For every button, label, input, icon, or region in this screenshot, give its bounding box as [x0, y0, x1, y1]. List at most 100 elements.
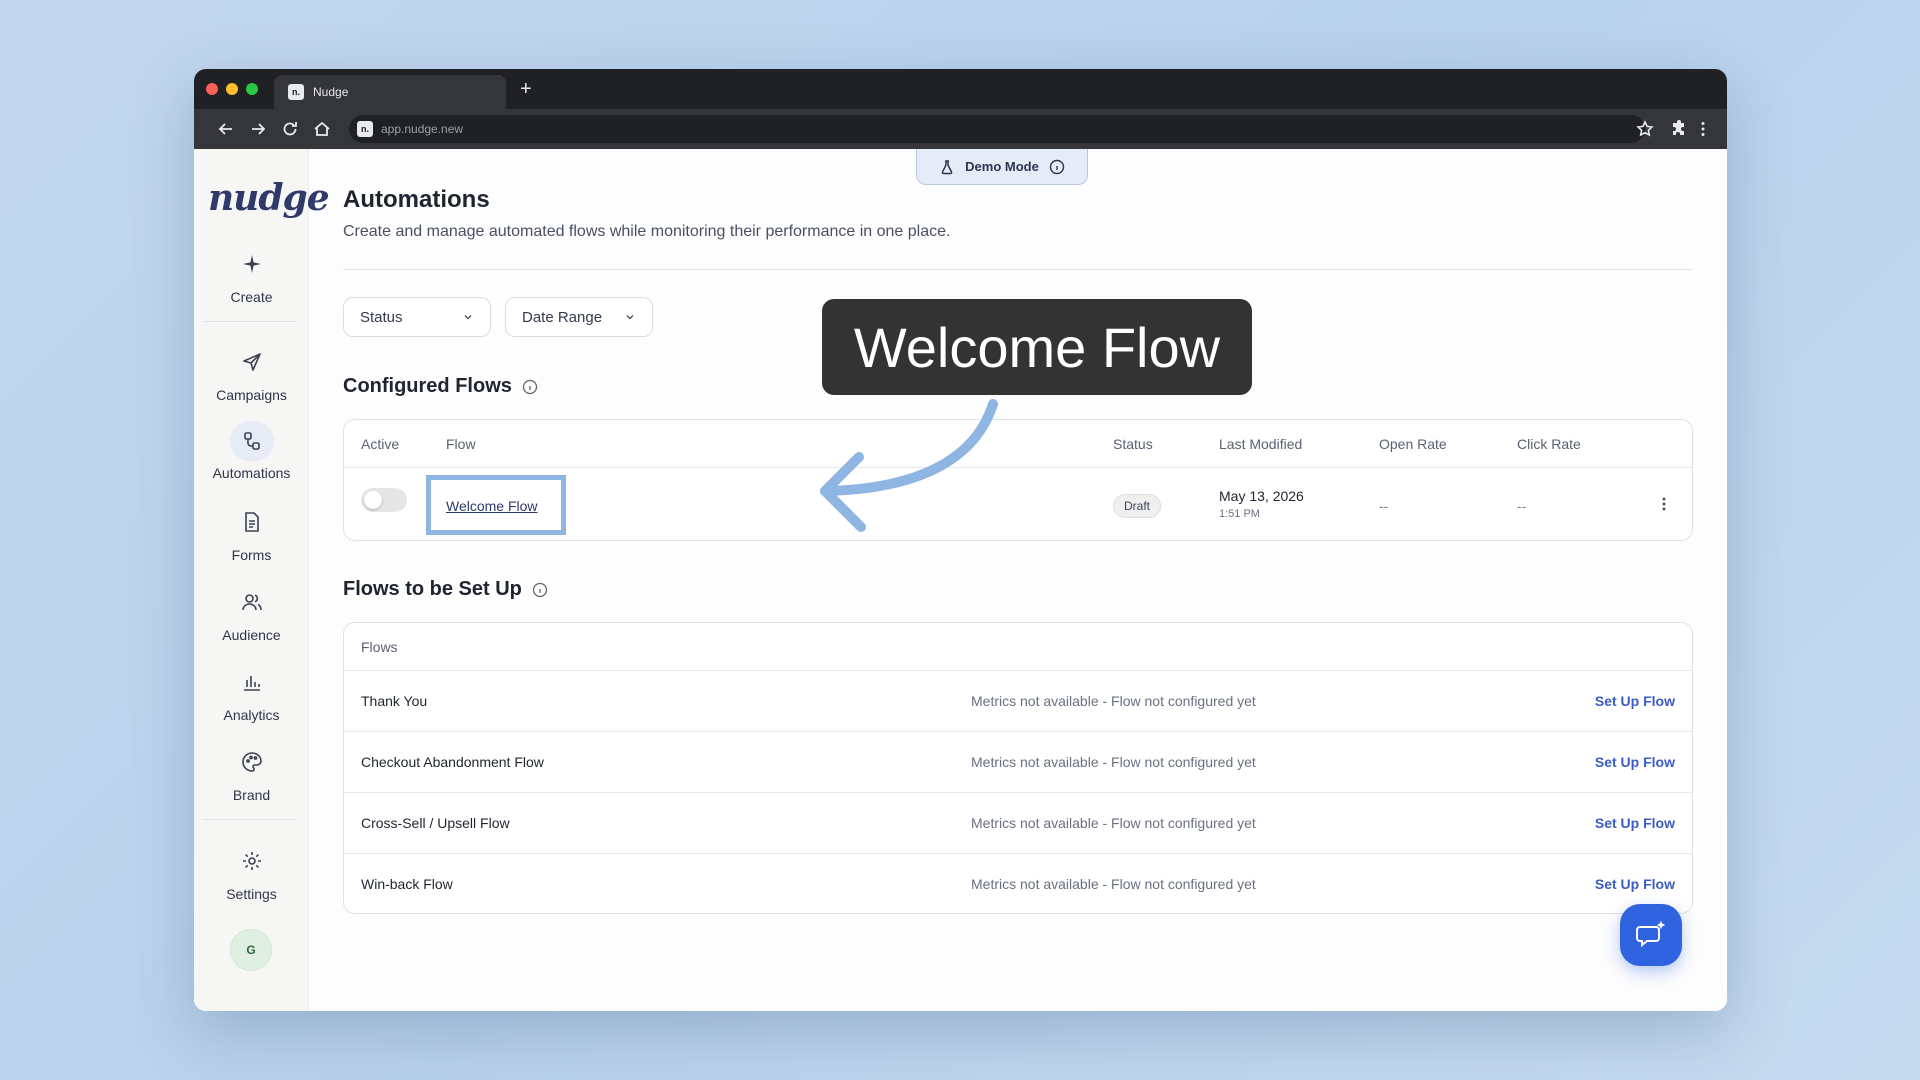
- last-modified-time: 1:51 PM: [1219, 508, 1260, 520]
- browser-window: n. Nudge + n. app.nudge.new nudge Create: [194, 69, 1727, 1011]
- more-options-icon[interactable]: [1654, 494, 1674, 514]
- chat-support-button[interactable]: [1620, 904, 1682, 966]
- sidebar-item-brand[interactable]: Brand: [194, 747, 309, 803]
- configured-flows-heading: Configured Flows: [343, 375, 538, 398]
- column-header-flow: Flow: [446, 436, 476, 452]
- gear-icon: [242, 852, 261, 870]
- send-icon: [242, 353, 261, 371]
- forward-arrow-icon[interactable]: [248, 119, 268, 139]
- flows-to-setup-title: Flows to be Set Up: [343, 578, 522, 600]
- table-row: Win-back Flow Metrics not available - Fl…: [344, 854, 1692, 913]
- column-header-click-rate: Click Rate: [1517, 436, 1581, 452]
- info-icon[interactable]: [1049, 159, 1065, 175]
- bookmark-star-icon[interactable]: [1635, 119, 1655, 139]
- column-header-active: Active: [361, 436, 400, 452]
- flow-name: Checkout Abandonment Flow: [361, 754, 544, 770]
- app-area: nudge Create Campaigns Automations Forms: [194, 149, 1727, 1011]
- sidebar-item-label: Settings: [226, 886, 277, 902]
- bar-chart-icon: [243, 676, 260, 691]
- sidebar-item-audience[interactable]: Audience: [194, 587, 309, 643]
- sidebar-item-label: Analytics: [223, 707, 280, 723]
- reload-icon[interactable]: [280, 119, 300, 139]
- extensions-puzzle-icon[interactable]: [1669, 119, 1689, 139]
- sidebar-item-label: Automations: [212, 465, 291, 481]
- flows-to-setup-table: Flows Thank You Metrics not available - …: [343, 622, 1693, 914]
- home-icon[interactable]: [312, 119, 332, 139]
- sidebar: nudge Create Campaigns Automations Forms: [194, 149, 330, 1011]
- page-subtitle: Create and manage automated flows while …: [343, 223, 951, 240]
- address-bar[interactable]: n. app.nudge.new: [349, 115, 1645, 143]
- metrics-note: Metrics not available - Flow not configu…: [971, 693, 1256, 709]
- nudge-logo[interactable]: nudge: [208, 177, 330, 219]
- user-avatar[interactable]: G: [230, 929, 272, 971]
- column-header-last-modified: Last Modified: [1219, 436, 1303, 452]
- table-row: Thank You Metrics not available - Flow n…: [344, 671, 1692, 732]
- set-up-flow-button[interactable]: Set Up Flow: [1595, 876, 1675, 892]
- column-header-flows: Flows: [361, 639, 398, 655]
- sidebar-item-label: Create: [230, 289, 273, 305]
- sidebar-item-create[interactable]: Create: [194, 249, 309, 305]
- set-up-flow-button[interactable]: Set Up Flow: [1595, 693, 1675, 709]
- minimize-window-button[interactable]: [226, 83, 238, 95]
- sidebar-item-analytics[interactable]: Analytics: [194, 667, 309, 723]
- site-favicon-icon: n.: [357, 121, 373, 137]
- sidebar-item-forms[interactable]: Forms: [194, 507, 309, 563]
- flask-icon: [941, 159, 953, 174]
- status-filter-dropdown[interactable]: Status: [343, 297, 491, 337]
- maximize-window-button[interactable]: [246, 83, 258, 95]
- flow-name-link[interactable]: Welcome Flow: [446, 498, 538, 514]
- chat-bubble-icon: [1636, 920, 1666, 948]
- status-filter-label: Status: [360, 308, 403, 326]
- new-tab-button[interactable]: +: [520, 77, 532, 101]
- column-header-status: Status: [1113, 436, 1153, 452]
- sidebar-item-campaigns[interactable]: Campaigns: [194, 347, 309, 403]
- palette-icon: [241, 752, 262, 772]
- close-window-button[interactable]: [206, 83, 218, 95]
- back-arrow-icon[interactable]: [216, 119, 236, 139]
- page-title: Automations: [343, 186, 490, 213]
- sidebar-item-automations[interactable]: Automations: [194, 421, 309, 481]
- sidebar-divider: [204, 321, 296, 322]
- status-badge: Draft: [1113, 494, 1162, 518]
- demo-mode-label: Demo Mode: [965, 159, 1039, 174]
- column-header-open-rate: Open Rate: [1379, 436, 1447, 452]
- sidebar-item-label: Campaigns: [216, 387, 287, 403]
- click-rate-value: --: [1517, 498, 1527, 514]
- set-up-flow-button[interactable]: Set Up Flow: [1595, 815, 1675, 831]
- browser-toolbar: n. app.nudge.new: [194, 109, 1727, 149]
- info-icon[interactable]: [532, 582, 548, 598]
- sidebar-item-settings[interactable]: Settings: [194, 846, 309, 902]
- configured-flows-title: Configured Flows: [343, 375, 512, 397]
- tab-title: Nudge: [313, 85, 349, 99]
- tutorial-callout: Welcome Flow: [822, 299, 1252, 395]
- info-icon[interactable]: [522, 379, 538, 395]
- document-icon: [244, 512, 259, 532]
- demo-mode-badge[interactable]: Demo Mode: [916, 149, 1088, 185]
- date-range-filter-dropdown[interactable]: Date Range: [505, 297, 653, 337]
- configured-flows-table: Active Flow Status Last Modified Open Ra…: [343, 419, 1693, 541]
- table-header-divider: [344, 467, 1692, 468]
- flow-icon: [243, 432, 260, 450]
- sidebar-item-label: Audience: [222, 627, 281, 643]
- last-modified-date: May 13, 2026: [1219, 488, 1304, 504]
- table-row: Checkout Abandonment Flow Metrics not av…: [344, 732, 1692, 793]
- metrics-note: Metrics not available - Flow not configu…: [971, 815, 1256, 831]
- browser-menu-icon[interactable]: [1693, 119, 1713, 139]
- sidebar-item-label: Forms: [231, 547, 272, 563]
- url-text: app.nudge.new: [381, 122, 464, 136]
- set-up-flow-button[interactable]: Set Up Flow: [1595, 754, 1675, 770]
- flows-to-setup-heading: Flows to be Set Up: [343, 578, 548, 601]
- sidebar-item-label: Brand: [232, 787, 271, 803]
- flow-name: Cross-Sell / Upsell Flow: [361, 815, 510, 831]
- chevron-down-icon: [464, 315, 472, 320]
- favicon-icon: n.: [288, 84, 304, 100]
- browser-tab[interactable]: n. Nudge: [274, 75, 506, 109]
- flow-name: Thank You: [361, 693, 428, 709]
- flow-name: Win-back Flow: [361, 876, 453, 892]
- active-toggle[interactable]: [361, 488, 407, 512]
- sidebar-divider: [204, 819, 296, 820]
- tab-bar: n. Nudge +: [194, 69, 1727, 109]
- open-rate-value: --: [1379, 498, 1389, 514]
- header-divider: [343, 269, 1693, 270]
- table-row: Cross-Sell / Upsell Flow Metrics not ava…: [344, 793, 1692, 854]
